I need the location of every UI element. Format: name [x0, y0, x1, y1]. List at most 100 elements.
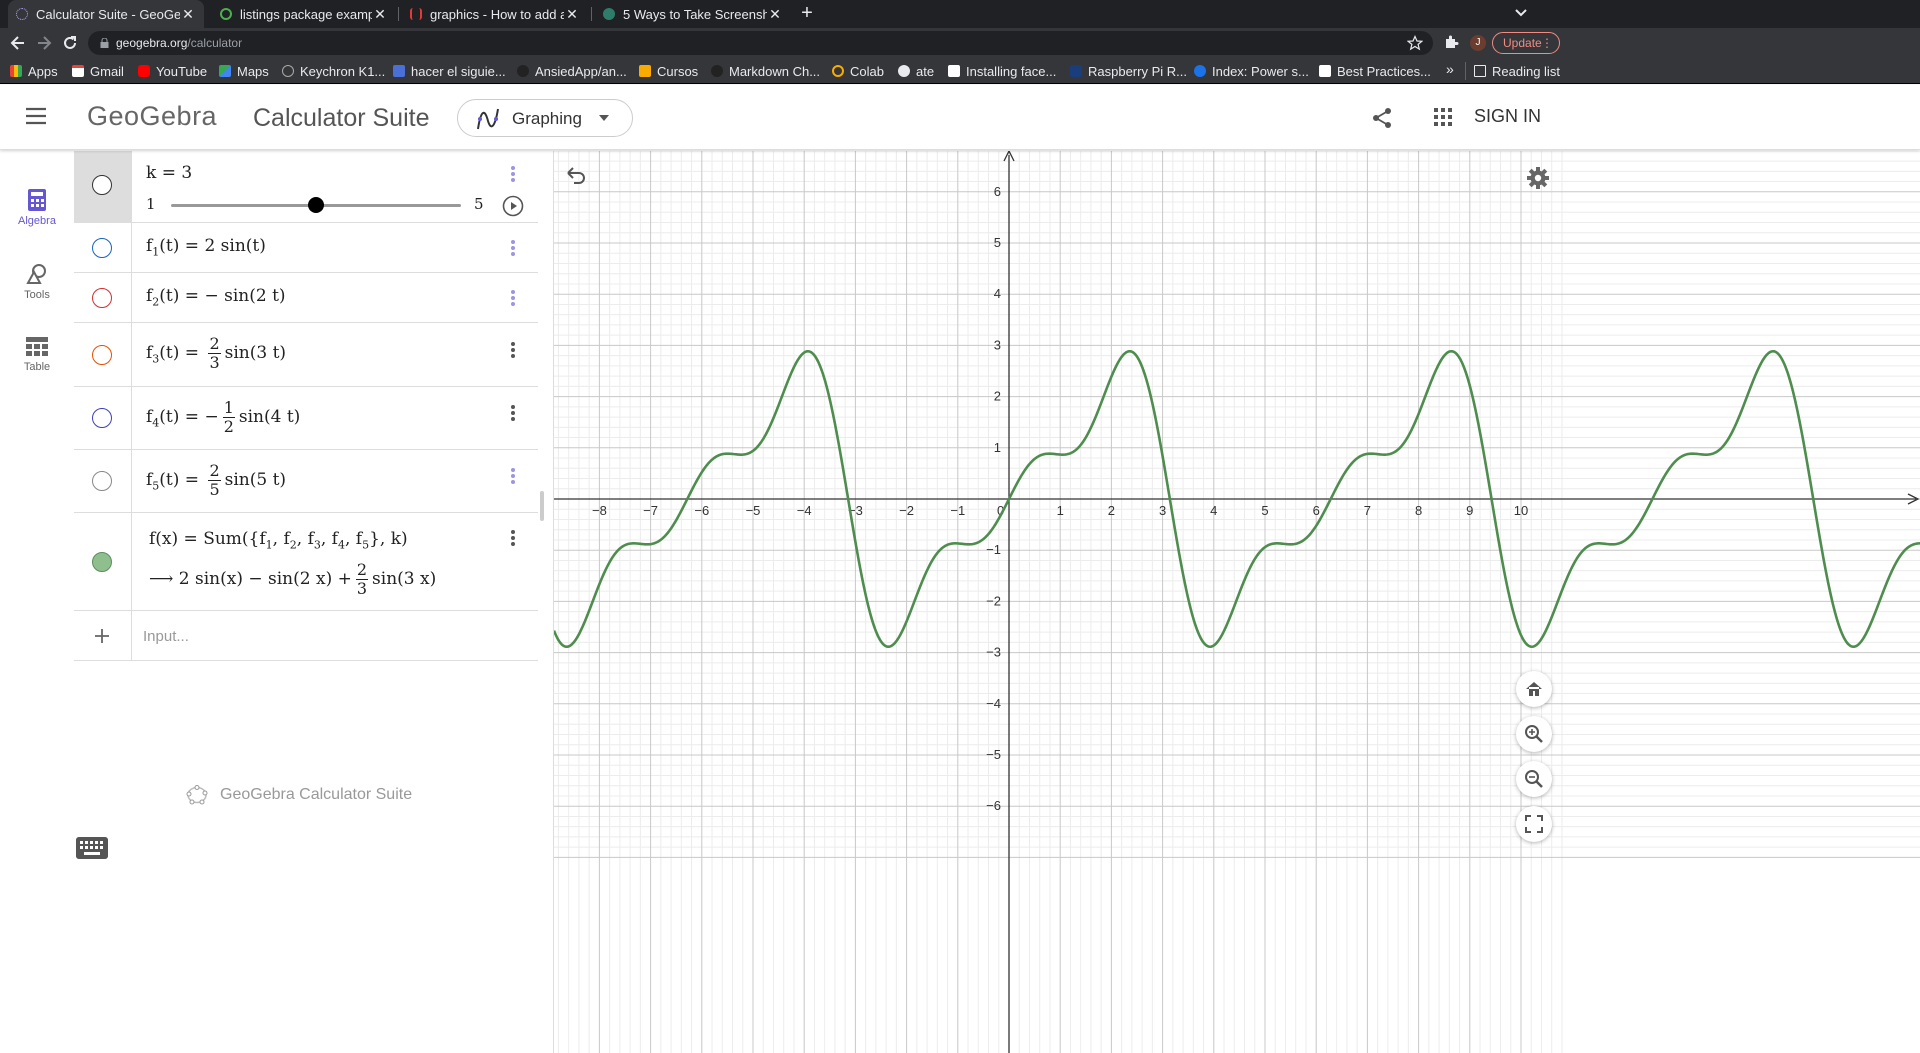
forward-arrow-icon[interactable] [34, 33, 54, 53]
scrollbar[interactable] [540, 491, 544, 521]
graphics-view[interactable]: 9−8−7−6−5−4−3−2−1012345678910−6−5−4−3−2−… [554, 151, 1920, 1053]
algebra-row-f2[interactable]: f2(t) = − sin(2 t) [74, 273, 538, 323]
tab-title: 5 Ways to Take Screensho [623, 6, 767, 22]
visibility-marble[interactable] [92, 345, 112, 365]
bookmark-raspberry[interactable]: Raspberry Pi R... [1070, 62, 1187, 80]
slider-handle[interactable] [308, 197, 324, 213]
bookmark-ansiedapp[interactable]: AnsiedApp/an... [517, 62, 627, 80]
bookmark-cursos[interactable]: Cursos [639, 62, 698, 80]
algebra-row-f3[interactable]: f3(t) = 2 3 sin(3 t) [74, 323, 538, 387]
geogebra-logo[interactable]: GeoGebra [87, 101, 217, 132]
zoom-in-button[interactable] [1516, 716, 1552, 752]
bookmark-gmail[interactable]: Gmail [72, 62, 124, 80]
tab-geogebra[interactable]: Calculator Suite - GeoGeb ✕ [8, 0, 204, 28]
slider-row[interactable]: k = 3 1 5 [74, 151, 538, 223]
update-button[interactable]: Update ⋮ [1492, 32, 1560, 54]
more-vert-icon[interactable] [510, 529, 516, 547]
function-expression[interactable]: f3(t) = 2 3 sin(3 t) [146, 335, 286, 372]
youtube-icon [138, 65, 150, 77]
close-icon[interactable]: ✕ [372, 6, 388, 23]
undo-icon[interactable] [564, 164, 588, 184]
rail-tools[interactable]: Tools [0, 263, 74, 323]
algebra-input[interactable]: Input... [143, 628, 189, 645]
apps-grid-icon[interactable] [1434, 108, 1452, 126]
x-tick-label: −7 [643, 503, 658, 518]
keyboard-icon[interactable] [76, 837, 108, 859]
profile-avatar[interactable]: J [1470, 35, 1486, 51]
rail-table[interactable]: Table [0, 337, 74, 397]
app-switcher-dropdown[interactable]: Graphing [457, 99, 633, 137]
geogebra-logo-icon [186, 785, 208, 805]
sign-in-button[interactable]: SIGN IN [1474, 106, 1541, 127]
bookmark-star-icon[interactable] [1407, 35, 1423, 51]
colab-icon [832, 65, 844, 77]
more-vert-icon[interactable] [510, 341, 516, 359]
algebra-row-sum[interactable]: f(x) = Sum({f1, f2, f3, f4, f5}, k) ⟶ 2 … [74, 513, 538, 611]
site-icon [948, 65, 960, 77]
share-icon[interactable] [1371, 107, 1393, 129]
play-icon[interactable] [502, 195, 524, 217]
tab-graphics[interactable]: graphics - How to add a g ✕ [402, 0, 588, 28]
function-expression[interactable]: f5(t) = 2 5 sin(5 t) [146, 462, 286, 499]
marble-cell [74, 323, 132, 386]
more-vert-icon[interactable] [510, 467, 516, 485]
more-vert-icon[interactable] [510, 404, 516, 422]
function-expression[interactable]: f2(t) = − sin(2 t) [146, 286, 286, 308]
bookmark-markdown[interactable]: Markdown Ch... [711, 62, 820, 80]
x-tick-label: 6 [1313, 503, 1320, 518]
back-arrow-icon[interactable] [8, 33, 28, 53]
marble-cell [74, 611, 132, 660]
keychron-icon [282, 65, 294, 77]
address-bar[interactable]: geogebra.org/calculator [88, 31, 1433, 55]
visibility-marble[interactable] [92, 238, 112, 258]
new-tab-button[interactable]: + [796, 2, 818, 24]
algebra-row-f1[interactable]: f1(t) = 2 sin(t) [74, 223, 538, 273]
extensions-puzzle-icon[interactable] [1443, 34, 1459, 50]
close-icon[interactable]: ✕ [767, 6, 783, 23]
gear-icon[interactable] [1526, 166, 1550, 190]
function-expression[interactable]: f4(t) = −1 2 sin(4 t) [146, 399, 300, 436]
bookmark-index[interactable]: Index: Power s... [1194, 62, 1309, 80]
zoom-out-button[interactable] [1516, 761, 1552, 797]
bookmark-best-practices[interactable]: Best Practices... [1319, 62, 1431, 80]
reading-list[interactable]: Reading list [1474, 62, 1560, 80]
more-vert-icon[interactable] [510, 165, 516, 183]
algebra-row-f4[interactable]: f4(t) = −1 2 sin(4 t) [74, 387, 538, 450]
algebra-input-row[interactable]: Input... [74, 611, 538, 661]
x-tick-label: 2 [1108, 503, 1115, 518]
bookmark-keychron[interactable]: Keychron K1... [282, 62, 385, 80]
bookmark-colab[interactable]: Colab [832, 62, 884, 80]
rail-algebra[interactable]: Algebra [0, 189, 74, 249]
bookmark-installing[interactable]: Installing face... [948, 62, 1056, 80]
close-icon[interactable]: ✕ [564, 6, 580, 23]
slider-expression[interactable]: k = 3 [146, 163, 192, 183]
hamburger-menu-icon[interactable] [25, 107, 47, 125]
home-button[interactable] [1516, 671, 1552, 707]
visibility-marble[interactable] [92, 552, 112, 572]
close-icon[interactable]: ✕ [180, 6, 196, 23]
visibility-marble[interactable] [92, 175, 112, 195]
bookmark-hacer[interactable]: hacer el siguie... [393, 62, 506, 80]
visibility-marble[interactable] [92, 288, 112, 308]
slider-track[interactable] [171, 197, 461, 213]
bookmark-youtube[interactable]: YouTube [138, 62, 207, 80]
function-plot[interactable]: 9−8−7−6−5−4−3−2−1012345678910−6−5−4−3−2−… [554, 151, 1920, 1053]
function-expression[interactable]: f1(t) = 2 sin(t) [146, 236, 266, 258]
more-bookmarks-chevron[interactable]: » [1446, 61, 1454, 77]
bookmark-ate[interactable]: ate [898, 62, 934, 80]
table-icon [26, 337, 48, 356]
sum-definition[interactable]: f(x) = Sum({f1, f2, f3, f4, f5}, k) [149, 529, 408, 551]
bookmark-maps[interactable]: Maps [219, 62, 269, 80]
visibility-marble[interactable] [92, 471, 112, 491]
reload-icon[interactable] [60, 33, 80, 53]
algebra-row-f5[interactable]: f5(t) = 2 5 sin(5 t) [74, 450, 538, 513]
plus-icon[interactable] [93, 627, 111, 645]
fullscreen-button[interactable] [1516, 806, 1552, 842]
more-vert-icon[interactable] [510, 239, 516, 257]
more-vert-icon[interactable] [510, 289, 516, 307]
bookmark-apps[interactable]: Apps [10, 62, 58, 80]
tab-screenshots[interactable]: 5 Ways to Take Screensho ✕ [595, 0, 791, 28]
tab-search-chevron-icon[interactable] [1512, 4, 1530, 22]
visibility-marble[interactable] [92, 408, 112, 428]
tab-listings[interactable]: listings package example ✕ [212, 0, 396, 28]
